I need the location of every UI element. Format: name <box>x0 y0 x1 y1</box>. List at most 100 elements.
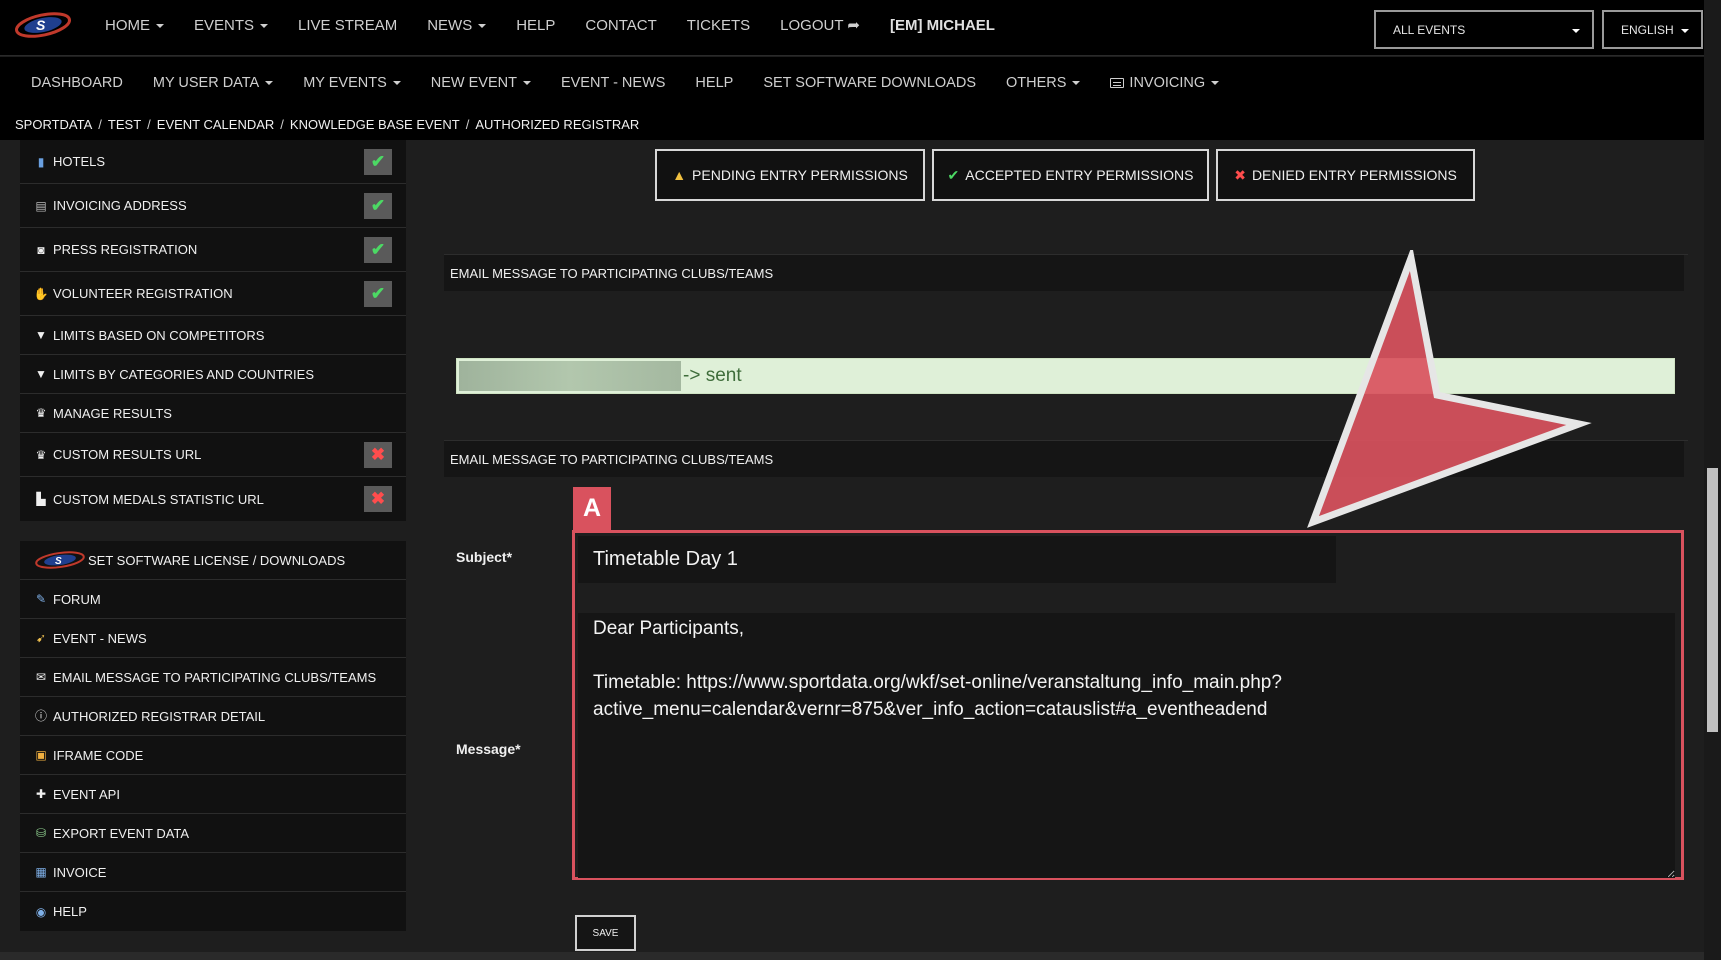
sidebar-item-software-license[interactable]: S SET SOFTWARE LICENSE / DOWNLOADS <box>20 541 406 580</box>
subnav-event-news[interactable]: EVENT - NEWS <box>546 75 680 91</box>
event-select-value: ALL EVENTS <box>1393 22 1466 37</box>
nav-tickets[interactable]: TICKETS <box>672 17 765 34</box>
logout-icon: ➦ <box>847 17 860 34</box>
check-icon[interactable]: ✔ <box>364 193 392 219</box>
sidebar-item-custom-medals-url[interactable]: ▙ CUSTOM MEDALS STATISTIC URL ✖ <box>20 477 406 521</box>
sidebar-item-limits-categories[interactable]: ▼ LIMITS BY CATEGORIES AND COUNTRIES <box>20 355 406 394</box>
sidebar-item-invoicing-address[interactable]: ▤ INVOICING ADDRESS ✔ <box>20 184 406 228</box>
nav-home-label: HOME <box>105 16 150 34</box>
breadcrumb-separator: / <box>465 116 470 132</box>
nav-live-stream[interactable]: LIVE STREAM <box>283 17 412 34</box>
sidebar-item-export-data[interactable]: ⛁ EXPORT EVENT DATA <box>20 814 406 853</box>
nav-help[interactable]: HELP <box>501 17 570 34</box>
info-icon: ⓘ <box>34 709 47 723</box>
language-select-value: ENGLISH <box>1621 22 1674 37</box>
sidebar-item-limits-competitors[interactable]: ▼ LIMITS BASED ON COMPETITORS <box>20 316 406 355</box>
save-button[interactable]: SAVE <box>575 915 636 951</box>
sidebar-item-label: EVENT - NEWS <box>53 630 147 646</box>
nav-logout-label: LOGOUT <box>780 17 844 34</box>
subnav-invoicing[interactable]: INVOICING <box>1095 75 1234 91</box>
cross-icon[interactable]: ✖ <box>364 486 392 512</box>
sportdata-logo[interactable]: S <box>14 10 72 40</box>
nav-events[interactable]: EVENTS <box>179 17 283 34</box>
sidebar-item-label: VOLUNTEER REGISTRATION <box>53 286 233 301</box>
sidebar-item-label: EVENT API <box>53 786 120 802</box>
sent-notification: -> sent <box>456 358 1675 394</box>
denied-permissions-label: DENIED ENTRY PERMISSIONS <box>1251 167 1457 183</box>
sidebar-item-registrar-detail[interactable]: ⓘ AUTHORIZED REGISTRAR DETAIL <box>20 697 406 736</box>
cross-icon[interactable]: ✖ <box>364 442 392 468</box>
sidebar-item-iframe-code[interactable]: ▣ IFRAME CODE <box>20 736 406 775</box>
chevron-down-icon <box>1072 80 1081 85</box>
breadcrumb-event-calendar[interactable]: EVENT CALENDAR <box>157 117 275 132</box>
breadcrumb-test[interactable]: TEST <box>108 117 141 132</box>
breadcrumb-authorized-registrar: AUTHORIZED REGISTRAR <box>475 116 640 132</box>
sidebar-item-custom-results-url[interactable]: ♛ CUSTOM RESULTS URL ✖ <box>20 433 406 477</box>
message-label: Message* <box>456 741 521 757</box>
check-icon[interactable]: ✔ <box>364 149 392 175</box>
nav-news[interactable]: NEWS <box>412 17 501 34</box>
annotation-label: A <box>573 487 611 530</box>
sidebar-item-event-news[interactable]: ➹ EVENT - NEWS <box>20 619 406 658</box>
sidebar-item-help[interactable]: ◉ HELP <box>20 892 406 931</box>
subnav-dashboard[interactable]: DASHBOARD <box>16 75 138 91</box>
pending-permissions-button[interactable]: ▲ PENDING ENTRY PERMISSIONS <box>655 149 925 201</box>
set-logo-icon: S <box>35 551 85 569</box>
subnav-invoicing-label: INVOICING <box>1129 74 1206 91</box>
language-select[interactable]: ENGLISH <box>1602 10 1703 49</box>
secondary-menu: DASHBOARD MY USER DATA MY EVENTS NEW EVE… <box>16 57 1234 108</box>
chevron-down-icon <box>478 23 487 28</box>
accepted-permissions-label: ACCEPTED ENTRY PERMISSIONS <box>965 167 1194 183</box>
accepted-permissions-button[interactable]: ✔ ACCEPTED ENTRY PERMISSIONS <box>932 149 1209 201</box>
sidebar-item-hotels[interactable]: ▮ HOTELS ✔ <box>20 140 406 184</box>
filter-icon: ▼ <box>35 328 47 342</box>
section-title: EMAIL MESSAGE TO PARTICIPATING CLUBS/TEA… <box>444 441 1684 477</box>
message-textarea[interactable]: Dear Participants, Timetable: https://ww… <box>578 613 1675 878</box>
top-navbar: S HOME EVENTS LIVE STREAM NEWS HELP CONT… <box>0 0 1704 56</box>
denied-permissions-button[interactable]: ✖ DENIED ENTRY PERMISSIONS <box>1216 149 1475 201</box>
code-icon: ▣ <box>35 748 47 762</box>
subnav-my-events-label: MY EVENTS <box>303 74 387 91</box>
cross-icon: ✖ <box>1234 166 1246 183</box>
subnav-new-event[interactable]: NEW EVENT <box>416 75 546 91</box>
sidebar-item-label: HOTELS <box>53 154 106 169</box>
nav-home[interactable]: HOME <box>90 17 179 34</box>
check-icon[interactable]: ✔ <box>364 281 392 307</box>
envelope-icon: ✉ <box>35 670 47 684</box>
subnav-software-downloads[interactable]: SET SOFTWARE DOWNLOADS <box>748 75 991 91</box>
breadcrumb: SPORTDATA / TEST / EVENT CALENDAR / KNOWLED… <box>15 108 639 140</box>
sidebar-item-forum[interactable]: ✎ FORUM <box>20 580 406 619</box>
sent-status-text: -> sent <box>683 365 742 386</box>
event-select[interactable]: ALL EVENTS <box>1374 10 1594 49</box>
subnav-my-events[interactable]: MY EVENTS <box>288 75 416 91</box>
sidebar-item-press-registration[interactable]: ◙ PRESS REGISTRATION ✔ <box>20 228 406 272</box>
breadcrumb-sportdata[interactable]: SPORTDATA <box>15 117 92 132</box>
breadcrumb-knowledge-base-event[interactable]: KNOWLEDGE BASE EVENT <box>290 117 460 132</box>
warning-icon: ▲ <box>672 167 687 183</box>
scrollbar-thumb[interactable] <box>1707 468 1718 732</box>
breadcrumb-separator: / <box>98 116 102 132</box>
subject-input[interactable] <box>578 536 1336 583</box>
sidebar-item-label: FORUM <box>53 591 101 607</box>
sidebar-item-label: INVOICING ADDRESS <box>53 198 187 213</box>
subnav-others-label: OTHERS <box>1006 74 1067 91</box>
sidebar-item-email-message[interactable]: ✉ EMAIL MESSAGE TO PARTICIPATING CLUBS/TE… <box>20 658 406 697</box>
sidebar-item-invoice[interactable]: ▦ INVOICE <box>20 853 406 892</box>
sidebar-item-event-api[interactable]: ✚ EVENT API <box>20 775 406 814</box>
subnav-help[interactable]: HELP <box>680 75 748 91</box>
nav-contact[interactable]: CONTACT <box>570 17 671 34</box>
main-menu: HOME EVENTS LIVE STREAM NEWS HELP CONTAC… <box>90 0 1010 50</box>
sidebar-item-manage-results[interactable]: ♛ MANAGE RESULTS <box>20 394 406 433</box>
invoice-card-icon <box>1110 77 1125 88</box>
check-icon[interactable]: ✔ <box>364 237 392 263</box>
breadcrumb-separator: / <box>147 116 151 132</box>
sidebar-item-volunteer-registration[interactable]: ✋ VOLUNTEER REGISTRATION ✔ <box>20 272 406 316</box>
sidebar-item-label: HELP <box>53 904 87 919</box>
subnav-my-user-data[interactable]: MY USER DATA <box>138 75 288 91</box>
nav-user[interactable]: [EM] MICHAEL <box>875 17 1010 34</box>
nav-logout[interactable]: LOGOUT ➦ <box>765 16 875 34</box>
subnav-others[interactable]: OTHERS <box>991 75 1095 91</box>
nav-news-label: NEWS <box>427 16 473 34</box>
trophy-icon: ♛ <box>35 406 47 420</box>
secondary-navbar: DASHBOARD MY USER DATA MY EVENTS NEW EVE… <box>0 57 1704 108</box>
